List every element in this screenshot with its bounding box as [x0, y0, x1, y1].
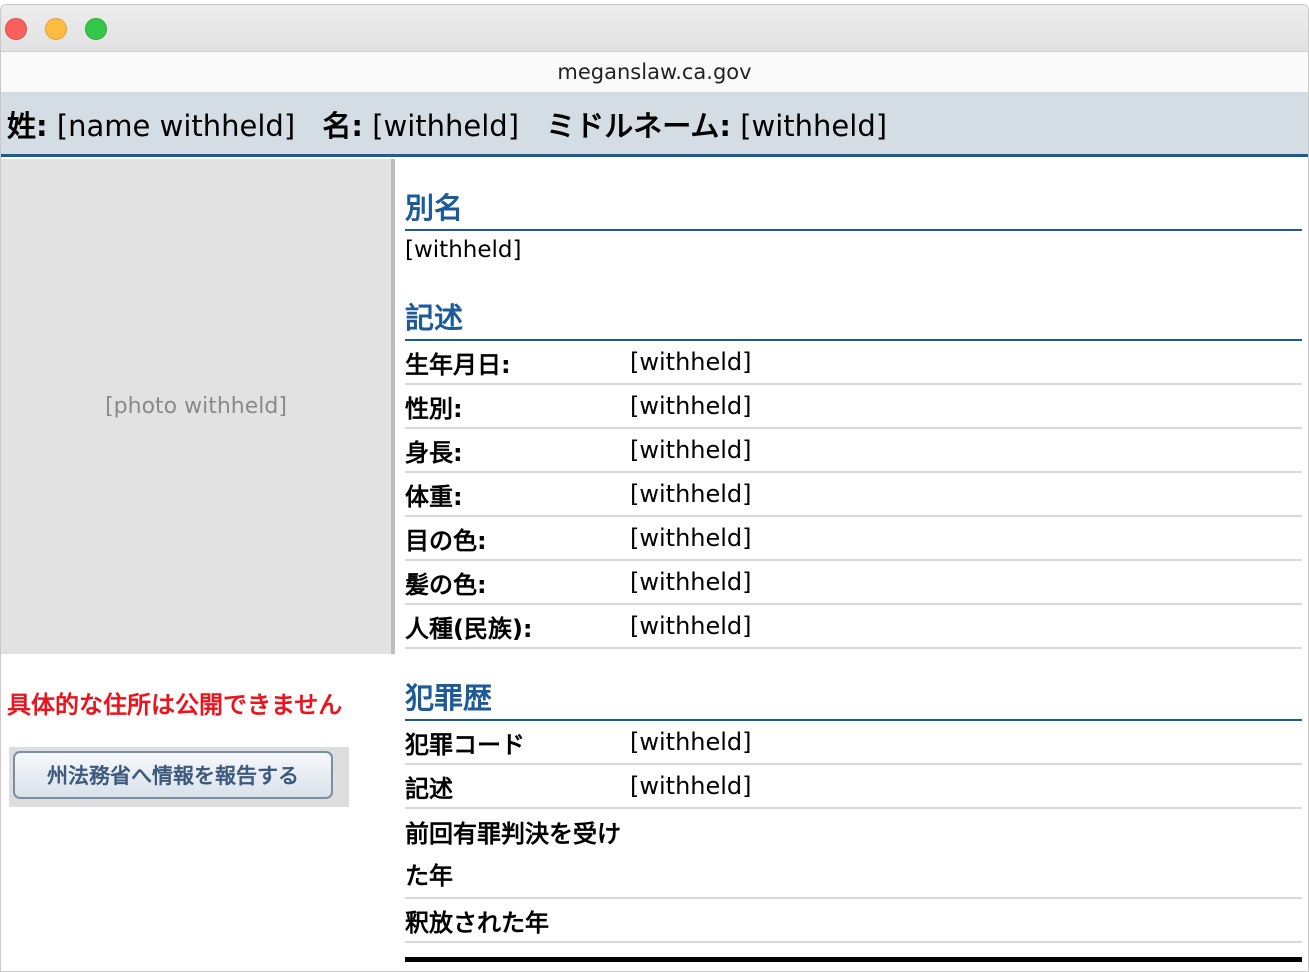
row-value: [withheld] [630, 348, 752, 376]
details-panel: 別名 [withheld] 記述 生年月日: [withheld] 性別: [wit… [405, 157, 1302, 962]
name-bar: 姓: [name withheld] 名: [withheld] ミドルネーム:… [1, 93, 1308, 157]
first-name-label: 名: [322, 109, 363, 143]
description-row: 生年月日: [withheld] [405, 341, 1302, 385]
row-label: 犯罪コード [405, 730, 525, 759]
description-row: 身長: [withheld] [405, 429, 1302, 473]
row-label: 釈放された年 [405, 908, 549, 937]
last-name-label: 姓: [7, 109, 48, 143]
bottom-divider [405, 957, 1302, 962]
report-info-button[interactable]: 州法務省へ情報を報告する [13, 751, 333, 799]
row-value: [withheld] [630, 436, 752, 464]
description-row: 体重: [withheld] [405, 473, 1302, 517]
browser-window: meganslaw.ca.gov 姓: [name withheld] 名: [… [0, 4, 1309, 972]
offense-row: 記述 [withheld] [405, 765, 1302, 809]
minimize-window-button[interactable] [45, 18, 67, 40]
maximize-window-button[interactable] [85, 18, 107, 40]
middle-name-value: [withheld] [740, 109, 888, 143]
description-row: 人種(民族): [withheld] [405, 605, 1302, 649]
row-value: [withheld] [630, 392, 752, 420]
address-notice: 具体的な住所は公開できません [7, 691, 343, 719]
row-value: [withheld] [630, 772, 752, 800]
aliases-value: [withheld] [405, 237, 522, 263]
row-label: 前回有罪判決を受けた年 [405, 820, 621, 890]
row-label: 髪の色: [405, 570, 487, 599]
row-value: [withheld] [630, 524, 752, 552]
last-name-value: [name withheld] [56, 109, 296, 143]
row-label: 体重: [405, 482, 463, 511]
report-button-frame: 州法務省へ情報を報告する [9, 747, 349, 807]
title-bar [1, 5, 1308, 52]
row-value: [withheld] [630, 480, 752, 508]
first-name-value: [withheld] [372, 109, 520, 143]
row-value: [withheld] [630, 568, 752, 596]
profile-photo-placeholder: [photo withheld] [1, 159, 395, 654]
offense-row: 犯罪コード [withheld] [405, 721, 1302, 765]
offense-row: 前回有罪判決を受けた年 [405, 809, 1302, 899]
address-bar[interactable]: meganslaw.ca.gov [1, 52, 1308, 93]
photo-placeholder-label: [photo withheld] [105, 394, 287, 419]
description-row: 目の色: [withheld] [405, 517, 1302, 561]
row-value: [withheld] [630, 612, 752, 640]
profile-content: [photo withheld] 具体的な住所は公開できません 州法務省へ情報を… [1, 157, 1308, 971]
offenses-heading: 犯罪歴 [405, 675, 1302, 721]
row-label: 記述 [405, 774, 453, 803]
description-heading: 記述 [405, 295, 1302, 341]
description-row: 髪の色: [withheld] [405, 561, 1302, 605]
row-label: 性別: [405, 394, 463, 423]
offense-row: 釈放された年 [405, 899, 1302, 943]
middle-name-label: ミドルネーム: [546, 109, 731, 143]
row-label: 目の色: [405, 526, 487, 555]
row-label: 身長: [405, 438, 463, 467]
description-row: 性別: [withheld] [405, 385, 1302, 429]
row-value: [withheld] [630, 728, 752, 756]
close-window-button[interactable] [5, 18, 27, 40]
row-label: 生年月日: [405, 350, 511, 379]
row-label: 人種(民族): [405, 614, 533, 643]
aliases-heading: 別名 [405, 185, 1302, 231]
